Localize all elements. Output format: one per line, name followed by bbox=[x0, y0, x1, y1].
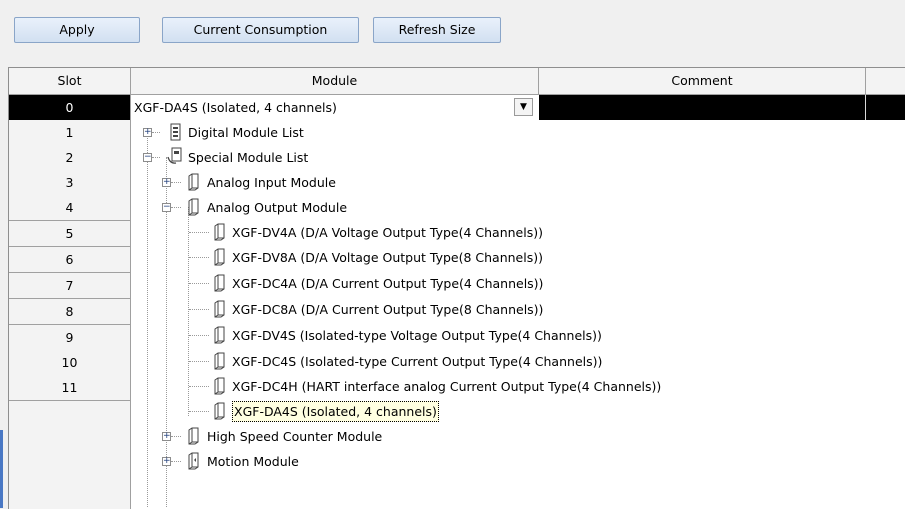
module-icon bbox=[214, 377, 225, 395]
module-icon bbox=[214, 402, 225, 420]
slot-cell-3[interactable]: 3 bbox=[9, 170, 131, 196]
slot-cell-4[interactable]: 4 bbox=[9, 195, 131, 221]
tree-line bbox=[152, 132, 160, 133]
module-column-header[interactable]: Module bbox=[131, 68, 539, 95]
tree-line bbox=[189, 257, 209, 258]
tree-line bbox=[152, 157, 160, 158]
toolbar: Apply Current Consumption Refresh Size bbox=[0, 0, 905, 58]
refresh-size-button[interactable]: Refresh Size bbox=[373, 17, 501, 43]
module-icon bbox=[214, 300, 225, 318]
slot-cell-1[interactable]: 1 bbox=[9, 120, 131, 146]
expand-minus-icon[interactable]: − bbox=[162, 203, 171, 212]
apply-button[interactable]: Apply bbox=[14, 17, 140, 43]
tree-line bbox=[189, 386, 209, 387]
current-consumption-button[interactable]: Current Consumption bbox=[162, 17, 359, 43]
module-icon bbox=[188, 198, 199, 216]
module-rack-icon bbox=[170, 123, 181, 141]
comment-column-header[interactable]: Comment bbox=[539, 68, 866, 95]
module-combobox[interactable]: XGF-DA4S (Isolated, 4 channels) ▼ bbox=[131, 95, 539, 120]
slot-cell-empty bbox=[9, 401, 131, 509]
module-tree-dropdown: + Digital Module List − Special Module L… bbox=[132, 120, 905, 509]
module-icon bbox=[188, 173, 199, 191]
tree-line bbox=[147, 132, 148, 507]
tree-line bbox=[171, 461, 181, 462]
module-icon bbox=[214, 326, 225, 344]
tree-line bbox=[188, 207, 189, 416]
slot-cell-9[interactable]: 9 bbox=[9, 325, 131, 351]
module-icon bbox=[214, 352, 225, 370]
module-icon bbox=[214, 223, 225, 241]
slot-cell-6[interactable]: 6 bbox=[9, 247, 131, 273]
module-icon bbox=[188, 427, 199, 445]
row0-comment-cell[interactable] bbox=[539, 95, 905, 120]
slot-cell-8[interactable]: 8 bbox=[9, 299, 131, 325]
slot-cell-7[interactable]: 7 bbox=[9, 273, 131, 299]
tree-line bbox=[171, 436, 181, 437]
module-icon bbox=[214, 274, 225, 292]
tree-line bbox=[189, 232, 209, 233]
tree-line bbox=[171, 207, 181, 208]
tree-line bbox=[189, 335, 209, 336]
slot-cell-11[interactable]: 11 bbox=[9, 375, 131, 401]
slot-cell-5[interactable]: 5 bbox=[9, 221, 131, 247]
left-edge-indicator bbox=[0, 430, 3, 508]
module-icon bbox=[188, 452, 199, 470]
slot-column-header[interactable]: Slot bbox=[9, 68, 131, 95]
tree-line bbox=[189, 309, 209, 310]
tree-line bbox=[189, 283, 209, 284]
tree-line bbox=[189, 361, 209, 362]
slot-cell-2[interactable]: 2 bbox=[9, 145, 131, 171]
expand-plus-icon[interactable]: + bbox=[162, 432, 171, 441]
module-icon bbox=[214, 248, 225, 266]
module-combobox-value: XGF-DA4S (Isolated, 4 channels) bbox=[134, 100, 337, 115]
expand-minus-icon[interactable]: − bbox=[143, 153, 152, 162]
expand-plus-icon[interactable]: + bbox=[162, 178, 171, 187]
slot-cell-0[interactable]: 0 bbox=[9, 95, 131, 121]
special-module-icon bbox=[167, 147, 182, 164]
module-grid: Slot Module Comment 0 1 2 3 4 5 6 7 8 9 … bbox=[8, 67, 905, 509]
extra-column-header bbox=[866, 68, 905, 95]
expand-plus-icon[interactable]: + bbox=[162, 457, 171, 466]
tree-line bbox=[189, 411, 209, 412]
column-divider bbox=[865, 95, 866, 120]
expand-plus-icon[interactable]: + bbox=[143, 128, 152, 137]
tree-line bbox=[171, 182, 181, 183]
slot-cell-10[interactable]: 10 bbox=[9, 350, 131, 376]
dropdown-arrow-icon[interactable]: ▼ bbox=[514, 98, 533, 116]
